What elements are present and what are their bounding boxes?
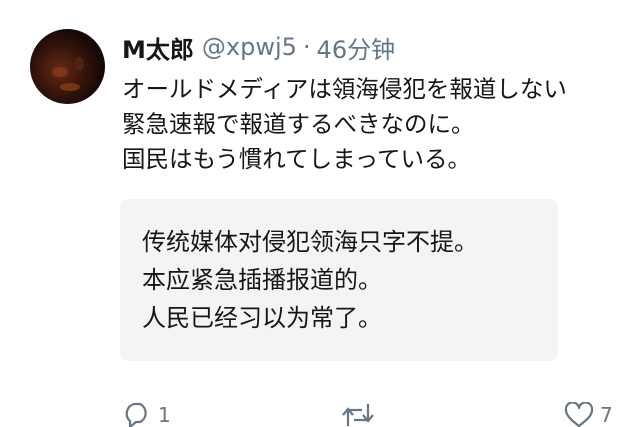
action-bar: 1 7 [0, 396, 642, 427]
avatar-detail [60, 83, 80, 91]
like-button[interactable]: 7 [564, 402, 613, 427]
translation-line: 本应紧急插播报道的。 [142, 266, 382, 294]
tweet-text-line: 国民はもう慣れてしまっている。 [122, 145, 471, 173]
retweet-icon [340, 402, 376, 427]
heart-icon [564, 402, 594, 427]
reply-button[interactable]: 1 [122, 402, 171, 427]
tweet-card[interactable]: M太郎 @xpwj5 · 46分钟 オールドメディアは領海侵犯を報道しない 緊急… [0, 0, 642, 427]
like-count: 7 [600, 403, 613, 427]
translation-box: 传统媒体对侵犯领海只字不提。 本应紧急插播报道的。 人民已经习以为常了。 [120, 199, 558, 361]
tweet-text-line: 緊急速報で報道するべきなのに。 [122, 110, 475, 138]
avatar-detail [74, 57, 84, 71]
translation-line: 传统媒体对侵犯领海只字不提。 [142, 228, 478, 256]
retweet-button[interactable] [340, 402, 376, 427]
reply-count: 1 [158, 403, 171, 427]
author-name[interactable]: M太郎 [122, 30, 194, 65]
reply-icon [122, 402, 152, 427]
tweet-header: M太郎 @xpwj5 · 46分钟 [122, 30, 395, 64]
header-separator: · [302, 33, 311, 61]
translation-line: 人民已经习以为常了。 [142, 304, 382, 332]
avatar[interactable] [30, 29, 105, 104]
tweet-text-line: オールドメディアは領海侵犯を報道しない [122, 75, 567, 103]
timestamp[interactable]: 46分钟 [317, 30, 396, 65]
author-handle[interactable]: @xpwj5 [202, 33, 297, 61]
avatar-detail [52, 67, 68, 77]
tweet-text: オールドメディアは領海侵犯を報道しない 緊急速報で報道するべきなのに。 国民はも… [122, 72, 642, 177]
